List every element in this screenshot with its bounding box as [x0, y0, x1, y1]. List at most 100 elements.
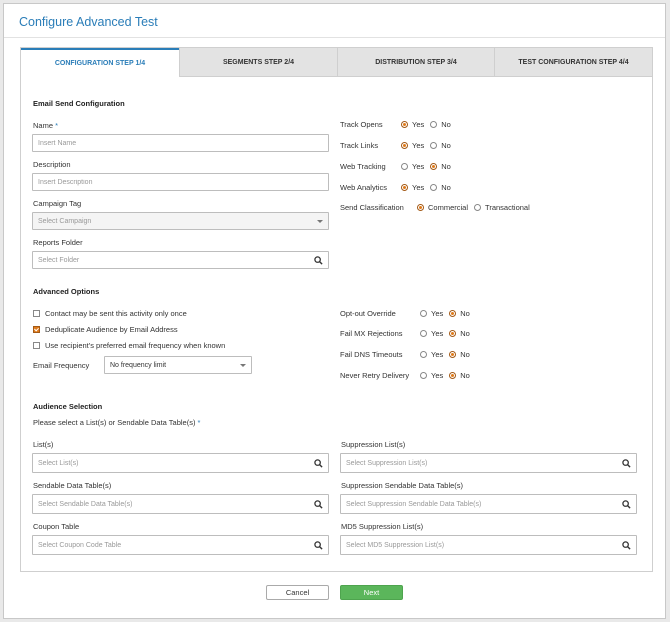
search-icon[interactable]: [622, 458, 631, 468]
cancel-button[interactable]: Cancel: [266, 585, 329, 600]
track-links-label: Track Links: [340, 141, 379, 150]
option-label: No: [441, 162, 451, 171]
lists-label: List(s): [33, 440, 54, 449]
option-label: Yes: [412, 162, 425, 171]
campaign-tag-select[interactable]: Select Campaign: [32, 212, 329, 230]
reports-folder-label: Reports Folder: [33, 238, 83, 247]
track-links-yes-radio[interactable]: [401, 142, 408, 149]
send-once-checkbox[interactable]: [33, 310, 40, 317]
option-label: Yes: [431, 371, 444, 380]
send-classification-label: Send Classification: [340, 203, 404, 212]
sendable-data-table-placeholder: Select Sendable Data Table(s): [38, 500, 133, 508]
tab-segments[interactable]: SEGMENTS STEP 2/4: [179, 48, 337, 77]
fail-dns-no-radio[interactable]: [449, 351, 457, 358]
audience-selection-heading: Audience Selection: [33, 402, 103, 411]
email-send-heading: Email Send Configuration: [33, 99, 125, 108]
sendable-data-table-select[interactable]: Select Sendable Data Table(s): [32, 494, 329, 514]
tab-configuration[interactable]: CONFIGURATION STEP 1/4: [21, 48, 179, 77]
audience-instruction: Please select a List(s) or Sendable Data…: [33, 418, 200, 427]
chevron-down-icon: [240, 363, 246, 367]
suppression-sendable-placeholder: Select Suppression Sendable Data Table(s…: [346, 500, 482, 508]
checkbox-label: Deduplicate Audience by Email Address: [45, 325, 178, 334]
campaign-tag-label: Campaign Tag: [33, 199, 82, 208]
opt-out-override-no-radio[interactable]: [449, 310, 457, 317]
fail-dns-row: Fail DNS Timeouts Yes No: [340, 350, 476, 359]
audience-instruction-text: Please select a List(s) or Sendable Data…: [33, 418, 196, 427]
search-icon[interactable]: [314, 255, 323, 265]
option-label: No: [460, 309, 470, 318]
option-label: Yes: [412, 183, 425, 192]
tab-test-configuration[interactable]: TEST CONFIGURATION STEP 4/4: [494, 48, 652, 77]
coupon-table-select[interactable]: Select Coupon Code Table: [32, 535, 329, 555]
commercial-radio[interactable]: [417, 204, 424, 211]
wizard-tabs: CONFIGURATION STEP 1/4 SEGMENTS STEP 2/4…: [21, 48, 652, 77]
checkbox-label: Contact may be sent this activity only o…: [45, 309, 187, 318]
search-icon[interactable]: [314, 499, 323, 509]
never-retry-row: Never Retry Delivery Yes No: [340, 371, 476, 380]
web-analytics-label: Web Analytics: [340, 183, 387, 192]
option-label: Yes: [431, 329, 444, 338]
option-label: No: [460, 329, 470, 338]
search-icon[interactable]: [622, 499, 631, 509]
title-divider: [4, 37, 665, 38]
option-label: Yes: [412, 120, 425, 129]
fail-mx-yes-radio[interactable]: [420, 330, 427, 337]
fail-mx-label: Fail MX Rejections: [340, 329, 403, 338]
sendable-data-table-label: Sendable Data Table(s): [33, 481, 112, 490]
option-label: Yes: [412, 141, 425, 150]
deduplicate-checkbox-row: Deduplicate Audience by Email Address: [33, 325, 178, 334]
configure-advanced-test-dialog: Configure Advanced Test CONFIGURATION ST…: [3, 3, 666, 619]
track-opens-yes-radio[interactable]: [401, 121, 408, 128]
option-label: No: [441, 183, 451, 192]
option-label: Commercial: [428, 203, 469, 212]
web-analytics-no-radio[interactable]: [430, 184, 438, 191]
fail-dns-yes-radio[interactable]: [420, 351, 427, 358]
track-links-no-radio[interactable]: [430, 142, 438, 149]
suppression-lists-label: Suppression List(s): [341, 440, 406, 449]
search-icon[interactable]: [622, 540, 631, 550]
never-retry-yes-radio[interactable]: [420, 372, 427, 379]
name-label: Name *: [33, 121, 58, 130]
web-tracking-label: Web Tracking: [340, 162, 386, 171]
opt-out-override-label: Opt-out Override: [340, 309, 396, 318]
coupon-table-placeholder: Select Coupon Code Table: [38, 541, 122, 549]
name-input[interactable]: [32, 134, 329, 152]
option-label: No: [460, 350, 470, 359]
fail-mx-no-radio[interactable]: [449, 330, 457, 337]
suppression-lists-select[interactable]: Select Suppression List(s): [340, 453, 637, 473]
reports-folder-placeholder: Select Folder: [38, 256, 80, 264]
search-icon[interactable]: [314, 458, 323, 468]
wizard-panel: CONFIGURATION STEP 1/4 SEGMENTS STEP 2/4…: [20, 47, 653, 572]
web-tracking-row: Web Tracking Yes No: [340, 162, 457, 171]
lists-select[interactable]: Select List(s): [32, 453, 329, 473]
web-tracking-no-radio[interactable]: [430, 163, 438, 170]
deduplicate-checkbox[interactable]: [33, 326, 40, 333]
preferred-frequency-checkbox[interactable]: [33, 342, 40, 349]
track-opens-no-radio[interactable]: [430, 121, 438, 128]
track-opens-row: Track Opens Yes No: [340, 120, 457, 129]
email-frequency-select[interactable]: No frequency limit: [104, 356, 252, 374]
advanced-options-heading: Advanced Options: [33, 287, 100, 296]
next-button[interactable]: Next: [340, 585, 403, 600]
tab-distribution[interactable]: DISTRIBUTION STEP 3/4: [337, 48, 494, 77]
option-label: No: [460, 371, 470, 380]
search-icon[interactable]: [314, 540, 323, 550]
option-label: Yes: [431, 350, 444, 359]
track-opens-label: Track Opens: [340, 120, 383, 129]
suppression-sendable-select[interactable]: Select Suppression Sendable Data Table(s…: [340, 494, 637, 514]
opt-out-override-yes-radio[interactable]: [420, 310, 427, 317]
md5-suppression-placeholder: Select MD5 Suppression List(s): [346, 541, 445, 549]
lists-placeholder: Select List(s): [38, 459, 79, 467]
md5-suppression-select[interactable]: Select MD5 Suppression List(s): [340, 535, 637, 555]
description-label: Description: [33, 160, 71, 169]
web-analytics-yes-radio[interactable]: [401, 184, 408, 191]
description-input[interactable]: [32, 173, 329, 191]
reports-folder-select[interactable]: Select Folder: [32, 251, 329, 269]
option-label: Transactional: [485, 203, 530, 212]
transactional-radio[interactable]: [474, 204, 482, 211]
never-retry-no-radio[interactable]: [449, 372, 457, 379]
send-once-checkbox-row: Contact may be sent this activity only o…: [33, 309, 187, 318]
dialog-title: Configure Advanced Test: [19, 15, 158, 29]
chevron-down-icon: [317, 219, 323, 223]
web-tracking-yes-radio[interactable]: [401, 163, 408, 170]
